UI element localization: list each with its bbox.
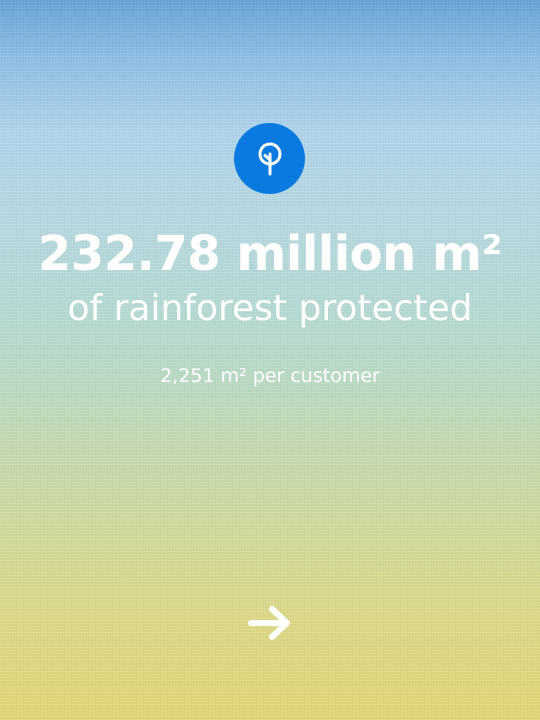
next-button[interactable] [241,598,299,648]
per-customer-text: 2,251 m² per customer [160,365,380,387]
tree-badge [234,123,305,194]
stat-headline: 232.78 million m² [37,226,503,282]
stat-slide: 232.78 million m² of rainforest protecte… [0,0,540,720]
arrow-right-icon [248,606,290,640]
stat-subline: of rainforest protected [67,288,473,329]
tree-icon [258,142,281,175]
